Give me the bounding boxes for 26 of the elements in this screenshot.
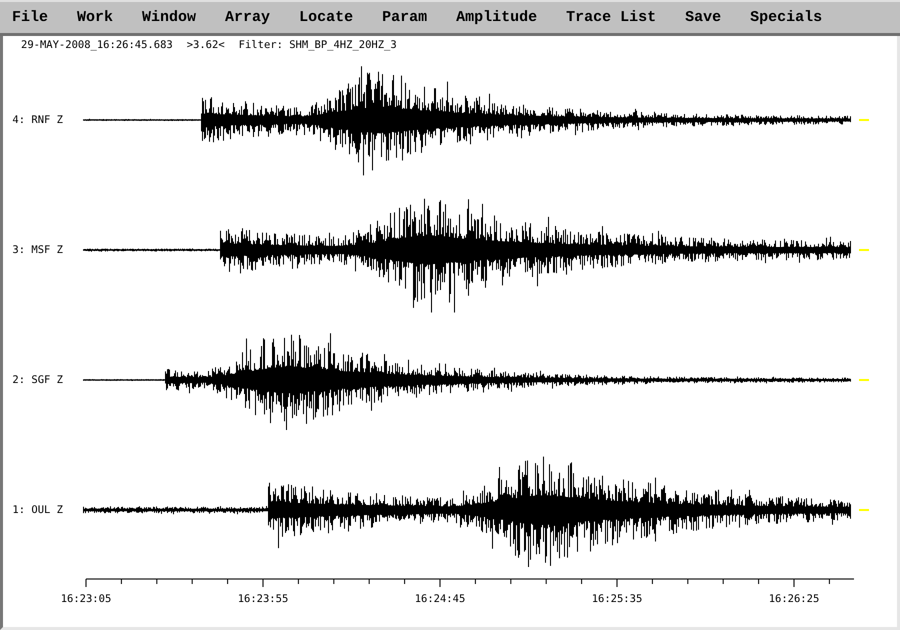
time-tick-label: 16:26:25 <box>768 593 820 605</box>
trace-marker <box>859 379 869 381</box>
menu-item[interactable]: Work <box>77 7 114 28</box>
menu-item[interactable]: Locate <box>299 7 354 28</box>
menu-item[interactable]: Specials <box>750 7 822 28</box>
menu-item[interactable]: Save <box>685 7 722 28</box>
trace-label: 2: SGF Z <box>11 374 63 386</box>
trace-label: 1: OUL Z <box>11 504 63 516</box>
menu-item[interactable]: Trace List <box>566 7 656 28</box>
menu-item[interactable]: Param <box>382 7 428 28</box>
trace-label: 4: RNF Z <box>11 114 63 126</box>
time-tick-label: 16:25:35 <box>592 593 642 605</box>
trace-marker <box>859 249 869 251</box>
menu-item[interactable]: Array <box>225 7 270 28</box>
time-tick-label: 16:24:45 <box>414 593 466 605</box>
time-tick-label: 16:23:55 <box>238 593 288 605</box>
scale-label: >3.62< <box>186 39 225 53</box>
time-tick-label: 16:23:05 <box>60 593 112 605</box>
trace-label: 3: MSF Z <box>11 244 63 256</box>
menu-item[interactable]: File <box>12 7 48 28</box>
trace-marker <box>859 119 869 121</box>
menu-item[interactable]: Amplitude <box>456 7 538 28</box>
menu-item[interactable]: Window <box>142 7 196 28</box>
filter-label: Filter: SHM_BP_4HZ_20HZ_3 <box>238 39 397 53</box>
timestamp-label: 29-MAY-2008_16:26:45.683 <box>21 39 173 53</box>
trace-marker <box>859 509 869 511</box>
